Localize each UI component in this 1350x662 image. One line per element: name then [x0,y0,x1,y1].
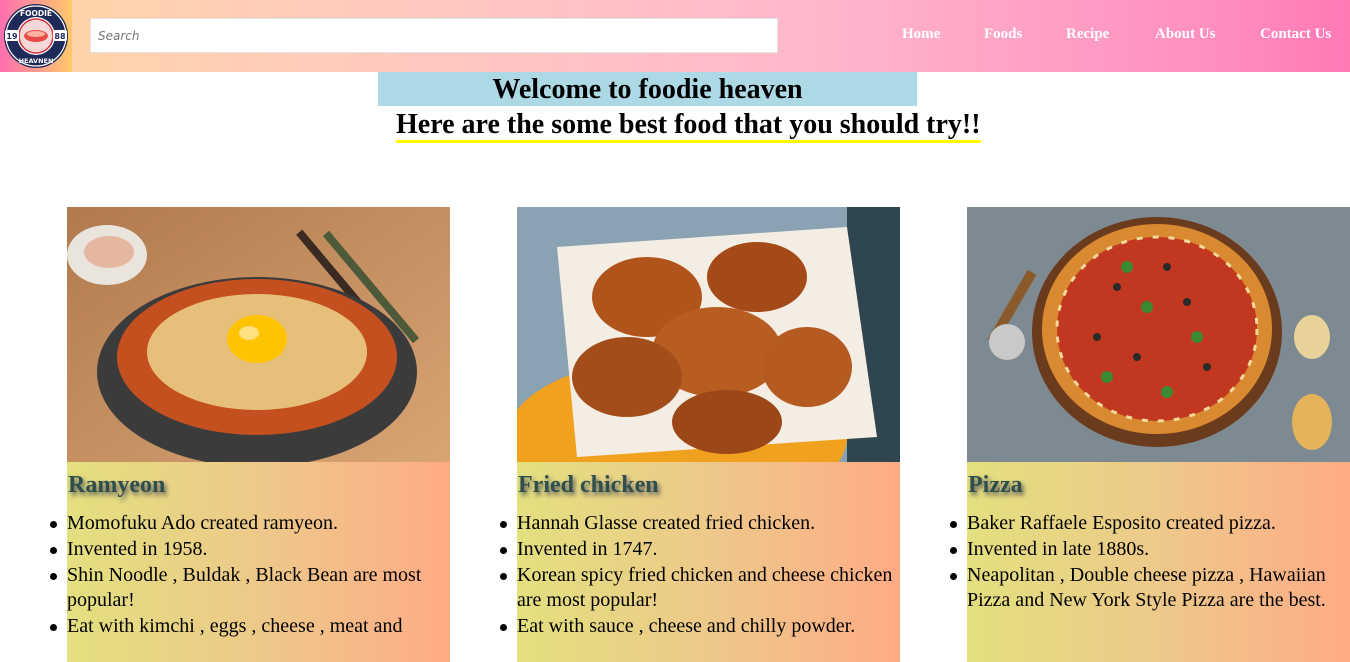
list-item: Momofuku Ado created ramyeon. [50,511,450,537]
nav-contact-us[interactable]: Contact Us [1260,26,1331,43]
card-body: Fried chicken Hannah Glasse created frie… [500,462,900,662]
list-item: Invented in late 1880s. [950,537,1350,563]
card-body: Ramyeon Momofuku Ado created ramyeon. In… [50,462,450,662]
list-item: Korean spicy fried chicken and cheese ch… [500,563,900,615]
nav-home[interactable]: Home [902,26,940,43]
card-title: Pizza [968,472,1023,498]
logo-bottom-text: HEAVNEN [19,57,54,65]
card-facts-list: Momofuku Ado created ramyeon. Invented i… [50,511,450,640]
list-item: Shin Noodle , Buldak , Black Bean are mo… [50,563,450,615]
pizza-image [967,207,1350,462]
welcome-heading: Welcome to foodie heaven [492,74,803,105]
card-title: Fried chicken [518,472,659,498]
card-title: Ramyeon [68,472,166,498]
list-item: Invented in 1958. [50,537,450,563]
nav-menu: Home Foods Recipe About Us Contact Us [0,26,1350,46]
logo-top-text: FOODIE [20,9,52,18]
list-item: Invented in 1747. [500,537,900,563]
list-item: Neapolitan , Double cheese pizza , Hawai… [950,563,1350,615]
food-card-fried-chicken: Fried chicken Hannah Glasse created frie… [500,207,900,662]
list-item: Baker Raffaele Esposito created pizza. [950,511,1350,537]
card-facts-list: Hannah Glasse created fried chicken. Inv… [500,511,900,640]
list-item: Hannah Glasse created fried chicken. [500,511,900,537]
subtitle-text: Here are the some best food that you sho… [396,109,981,143]
welcome-banner: Welcome to foodie heaven [378,72,917,106]
ramyeon-image [67,207,450,462]
list-item: Eat with sauce , cheese and chilly powde… [500,614,900,640]
list-item: Eat with kimchi , eggs , cheese , meat a… [50,614,450,640]
fried-chicken-image [517,207,900,462]
food-card-ramyeon: Ramyeon Momofuku Ado created ramyeon. In… [50,207,450,662]
food-card-pizza: Pizza Baker Raffaele Esposito created pi… [950,207,1350,662]
nav-recipe[interactable]: Recipe [1066,26,1109,43]
card-facts-list: Baker Raffaele Esposito created pizza. I… [950,511,1350,615]
nav-foods[interactable]: Foods [984,26,1022,43]
nav-about-us[interactable]: About Us [1155,26,1215,43]
top-navbar: 19 88 FOODIE HEAVNEN Home Foods Recipe A… [0,0,1350,72]
page-subtitle: Here are the some best food that you sho… [396,108,996,143]
card-body: Pizza Baker Raffaele Esposito created pi… [950,462,1350,662]
